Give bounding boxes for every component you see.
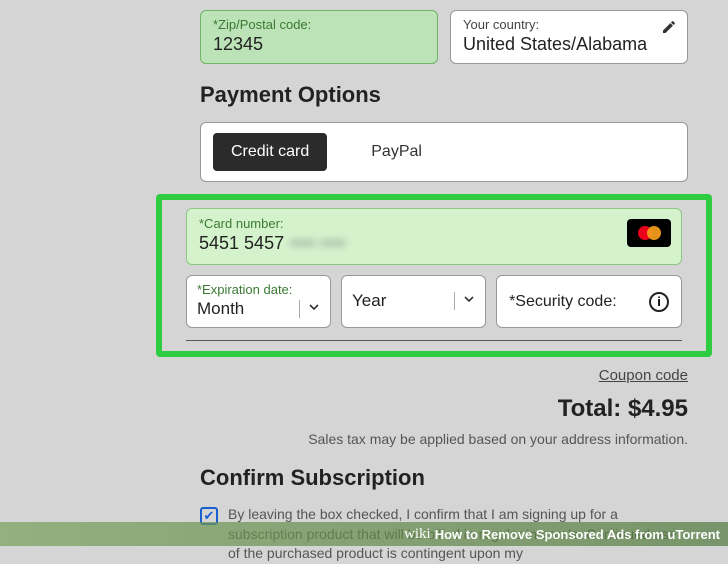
divider [186,340,682,341]
exp-month-select[interactable]: *Expiration date: Month [186,275,331,328]
exp-year-value: Year [352,291,386,311]
security-code-label: *Security code: [509,293,617,311]
pencil-icon[interactable] [661,19,677,40]
total-value: $4.95 [628,395,688,422]
card-number-masked: •••• •••• [290,233,345,254]
total-label: Total: [558,395,622,422]
coupon-code-link-wrap: Coupon code [180,367,688,385]
wikihow-logo-text: wiki [404,526,431,543]
mastercard-icon [627,219,671,247]
caption-title: How to Remove Sponsored Ads from uTorren… [435,527,720,542]
exp-month-value: Month [197,299,244,319]
card-number-visible: 5451 5457 [199,233,284,254]
confirm-heading: Confirm Subscription [200,465,688,491]
payment-method-tabs: Credit card PayPal [200,122,688,182]
country-value: United States/Alabama [463,34,675,55]
info-icon[interactable]: i [649,292,669,312]
tax-note: Sales tax may be applied based on your a… [180,431,688,447]
zip-value: 12345 [213,34,425,55]
coupon-code-link[interactable]: Coupon code [599,367,688,384]
country-label: Your country: [463,17,675,32]
card-number-field[interactable]: *Card number: 5451 5457 •••• •••• [186,208,682,265]
tab-paypal[interactable]: PayPal [353,133,440,171]
security-code-field[interactable]: *Security code: i [496,275,682,328]
exp-year-select[interactable]: Year [341,275,486,328]
zip-field[interactable]: *Zip/Postal code: 12345 [200,10,438,64]
caption-bar: wiki How to Remove Sponsored Ads from uT… [0,522,728,546]
order-total: Total: $4.95 [180,395,688,423]
chevron-down-icon [299,300,320,318]
exp-label: *Expiration date: [197,282,320,297]
country-field[interactable]: Your country: United States/Alabama [450,10,688,64]
card-number-label: *Card number: [199,216,284,231]
chevron-down-icon [454,292,475,310]
payment-options-heading: Payment Options [200,82,688,108]
card-details-highlight: *Card number: 5451 5457 •••• •••• *Expir… [156,194,712,357]
zip-label: *Zip/Postal code: [213,17,425,32]
tab-credit-card[interactable]: Credit card [213,133,327,171]
